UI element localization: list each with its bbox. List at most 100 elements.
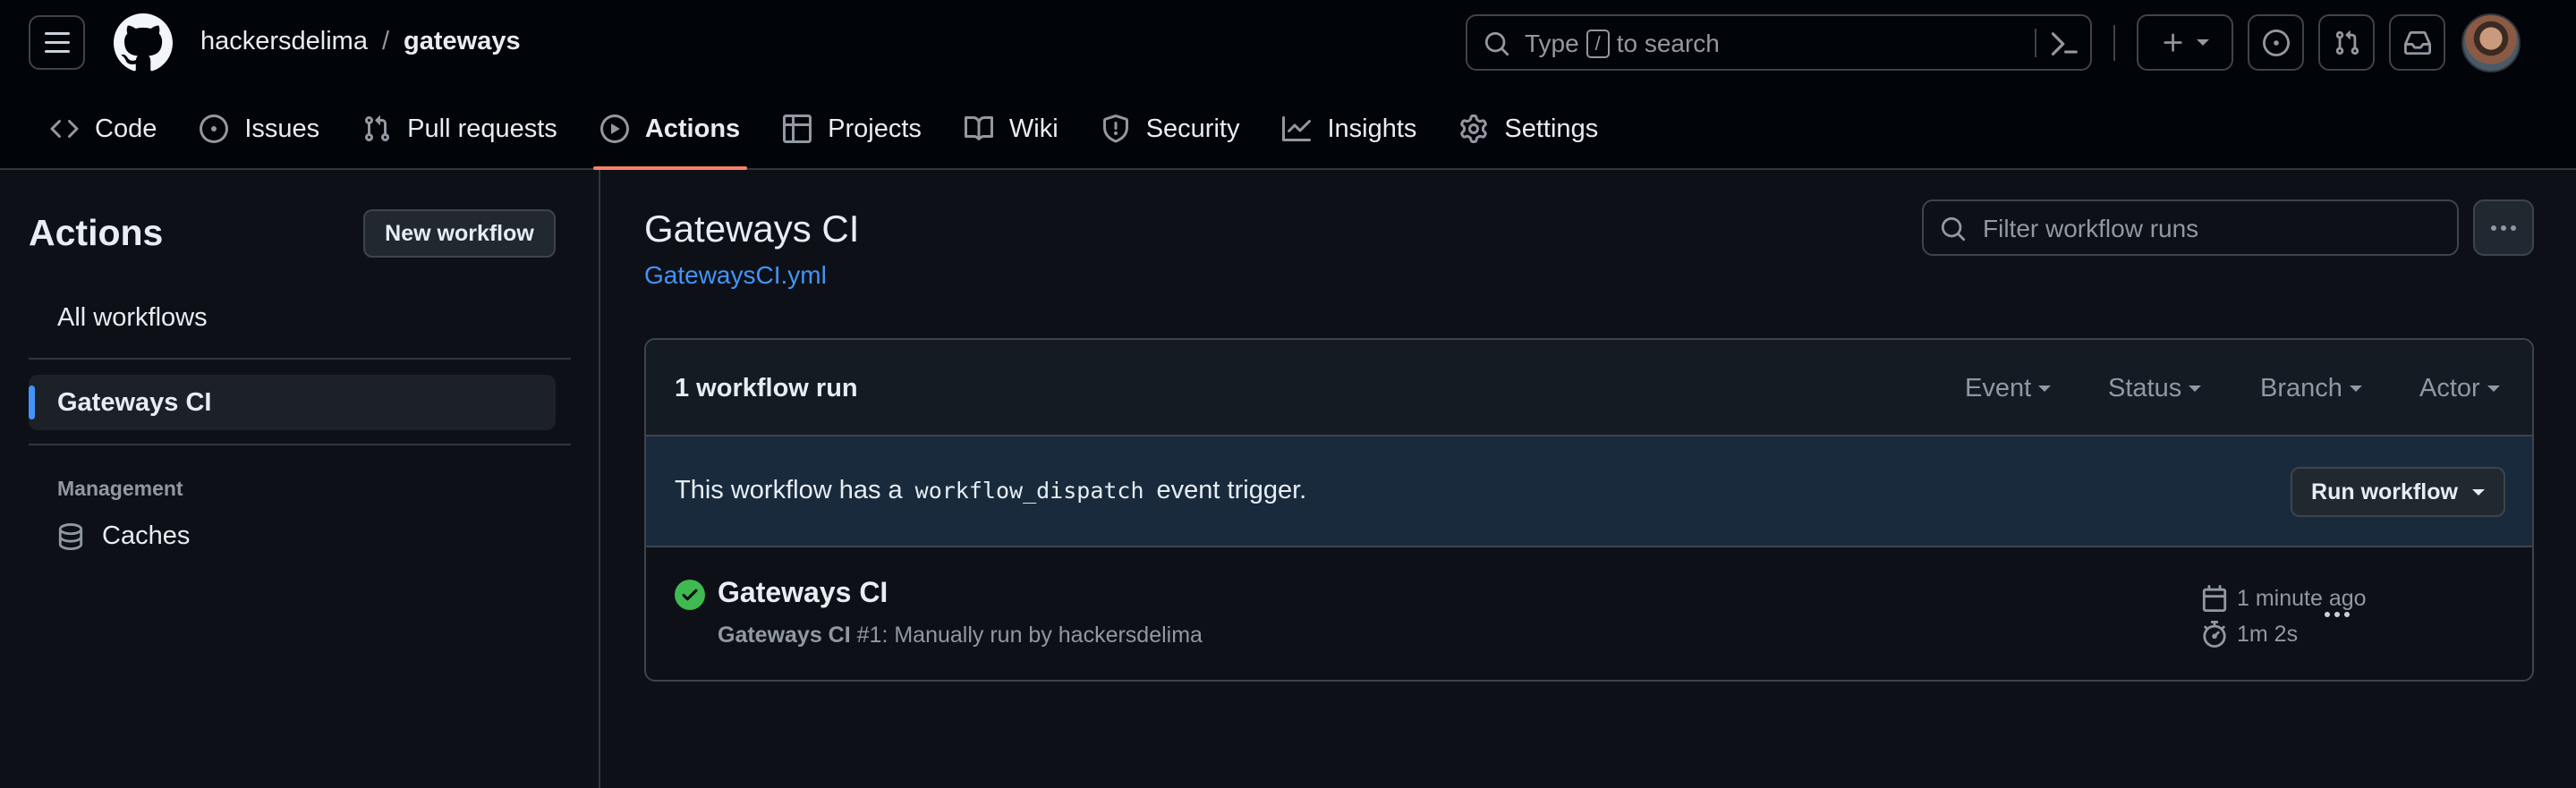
run-timestamp: 1 minute ago xyxy=(2201,585,2367,612)
global-header: hackersdelima / gateways Type / to searc… xyxy=(0,0,2576,170)
repo-name-link[interactable]: gateways xyxy=(404,27,521,56)
tab-insights[interactable]: Insights xyxy=(1261,97,1438,161)
dispatch-text-post: event trigger. xyxy=(1156,476,1307,504)
run-subtitle: Gateways CI #1: Manually run by hackersd… xyxy=(718,623,1203,648)
play-icon xyxy=(599,114,629,143)
check-circle-fill-icon xyxy=(675,580,705,610)
search-shortcut-key: / xyxy=(1586,30,1610,58)
new-workflow-button[interactable]: New workflow xyxy=(363,209,556,258)
filter-label: Status xyxy=(2108,374,2182,402)
your-pull-requests-button[interactable] xyxy=(2318,14,2375,71)
filter-workflow-runs-input[interactable]: Filter workflow runs xyxy=(1922,199,2459,256)
actor-filter-dropdown[interactable]: Actor xyxy=(2419,374,2500,403)
notifications-button[interactable] xyxy=(2389,14,2445,71)
breadcrumb-separator: / xyxy=(381,27,390,55)
workflow-run-row[interactable]: Gateways CI Gateways CI #1: Manually run… xyxy=(646,547,2532,680)
kebab-icon-dot xyxy=(2501,225,2506,231)
sidebar-item-label: Caches xyxy=(102,521,191,550)
search-divider xyxy=(2035,29,2036,57)
chevron-down-icon xyxy=(2471,488,2485,496)
workflow-more-options-button[interactable] xyxy=(2473,199,2534,256)
search-placeholder-suffix: to search xyxy=(1616,30,1720,57)
runs-header: 1 workflow run Event Status Branch Actor xyxy=(646,340,2532,436)
global-search-input[interactable]: Type / to search xyxy=(1466,14,2092,71)
sidebar-item-gateways-ci[interactable]: Gateways CI xyxy=(29,375,556,430)
actions-sidebar: Actions New workflow All workflows Gatew… xyxy=(0,170,600,788)
workflow-runs-box: 1 workflow run Event Status Branch Actor… xyxy=(644,338,2534,682)
create-new-button[interactable] xyxy=(2137,14,2233,71)
branch-filter-dropdown[interactable]: Branch xyxy=(2260,374,2362,403)
sidebar-divider xyxy=(29,358,571,360)
menu-icon-bar xyxy=(44,32,70,35)
dispatch-message: This workflow has a workflow_dispatch ev… xyxy=(675,476,1306,505)
plus-icon xyxy=(2164,33,2182,52)
stopwatch-icon xyxy=(2203,621,2226,648)
tab-actions[interactable]: Actions xyxy=(579,97,761,170)
kebab-icon-dot xyxy=(2325,612,2330,617)
kebab-icon-dot xyxy=(2491,225,2496,231)
tab-code[interactable]: Code xyxy=(29,97,178,161)
filter-placeholder: Filter workflow runs xyxy=(1983,215,2199,242)
event-filter-dropdown[interactable]: Event xyxy=(1965,374,2052,403)
tab-label: Security xyxy=(1145,114,1240,143)
runs-count: 1 workflow run xyxy=(675,374,858,402)
tab-security[interactable]: Security xyxy=(1080,97,1262,161)
run-workflow-name: Gateways CI xyxy=(718,623,851,648)
tab-projects[interactable]: Projects xyxy=(761,97,943,161)
repo-tabs: Code Issues Pull requests Actions Projec… xyxy=(29,97,1620,170)
workflow-file-link[interactable]: GatewaysCI.yml xyxy=(644,261,827,290)
git-pull-request-icon xyxy=(2335,30,2359,55)
tab-label: Projects xyxy=(828,114,922,143)
code-icon xyxy=(50,119,79,139)
run-time-ago: 1 minute ago xyxy=(2237,585,2367,611)
tab-label: Pull requests xyxy=(407,114,557,143)
run-details: #1: Manually run by hackersdelima xyxy=(856,623,1203,648)
tab-label: Wiki xyxy=(1008,114,1058,143)
kebab-icon-dot xyxy=(2511,225,2516,231)
gear-icon xyxy=(1460,114,1488,143)
search-placeholder: Type / to search xyxy=(1525,30,1720,58)
calendar-icon xyxy=(2202,585,2227,612)
inbox-icon xyxy=(2403,30,2431,55)
github-logo-icon[interactable] xyxy=(114,13,173,72)
book-icon xyxy=(964,115,993,140)
your-issues-button[interactable] xyxy=(2248,14,2304,71)
run-duration-value: 1m 2s xyxy=(2237,621,2299,647)
filter-label: Branch xyxy=(2260,374,2342,402)
git-pull-request-icon xyxy=(365,115,390,142)
tab-label: Settings xyxy=(1504,114,1599,143)
command-palette-icon[interactable] xyxy=(2049,29,2079,59)
graph-icon xyxy=(1282,116,1312,141)
tab-label: Insights xyxy=(1327,114,1417,143)
tab-pull-requests[interactable]: Pull requests xyxy=(341,97,579,161)
sidebar-item-all-workflows[interactable]: All workflows xyxy=(29,290,556,345)
tab-issues[interactable]: Issues xyxy=(178,97,341,161)
tab-wiki[interactable]: Wiki xyxy=(943,97,1080,161)
search-icon xyxy=(1484,31,1509,56)
chevron-down-icon xyxy=(2487,386,2500,392)
search-icon xyxy=(1941,216,1966,241)
repo-owner-link[interactable]: hackersdelima xyxy=(200,27,368,56)
workflow-dispatch-banner: This workflow has a workflow_dispatch ev… xyxy=(646,436,2532,547)
filter-label: Event xyxy=(1965,374,2032,402)
menu-button[interactable] xyxy=(29,15,85,70)
sidebar-item-caches[interactable]: Caches xyxy=(57,521,190,551)
run-workflow-button[interactable]: Run workflow xyxy=(2291,467,2505,517)
tab-label: Issues xyxy=(244,114,320,143)
issue-opened-icon xyxy=(200,114,229,143)
run-more-options-button[interactable] xyxy=(2325,612,2350,617)
run-title-link[interactable]: Gateways CI xyxy=(718,576,888,609)
tab-settings[interactable]: Settings xyxy=(1438,97,1620,161)
issue-opened-icon xyxy=(2262,29,2290,56)
menu-icon-bar xyxy=(44,41,70,44)
kebab-icon-dot xyxy=(2334,612,2340,617)
user-avatar[interactable] xyxy=(2461,13,2521,72)
status-filter-dropdown[interactable]: Status xyxy=(2108,374,2202,403)
breadcrumb: hackersdelima / gateways xyxy=(200,27,521,56)
sidebar-section-heading: Management xyxy=(57,477,183,500)
shield-icon xyxy=(1102,114,1128,143)
table-icon xyxy=(783,114,812,143)
tab-label: Actions xyxy=(644,114,741,143)
chevron-down-icon xyxy=(2189,386,2202,392)
database-icon xyxy=(58,522,83,550)
